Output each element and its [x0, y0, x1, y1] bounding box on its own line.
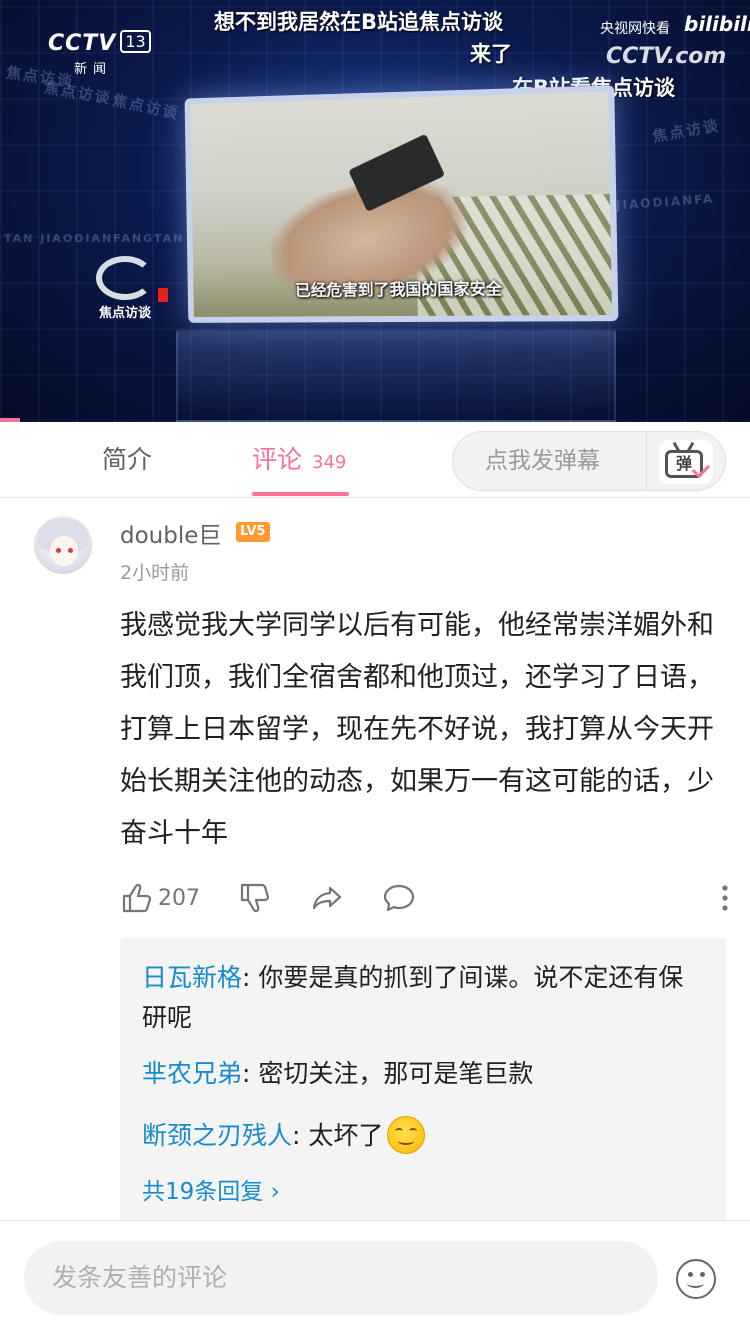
view-all-replies-link[interactable]: 共19条回复 › [142, 1172, 280, 1206]
emoji-mouth [687, 1279, 704, 1288]
comment-time: 2小时前 [120, 562, 190, 584]
show-logo-ring [96, 256, 154, 300]
level-badge: LV5 [236, 522, 270, 542]
video-player[interactable]: 焦点访谈 焦点访谈 焦点访谈 焦点访谈 JIAODIANFA TAN JIAOD… [0, 0, 750, 422]
reply-username[interactable]: 断颈之刃残人 [142, 1121, 292, 1150]
tab-bar: 简介 评论 349 点我发弹幕 弹 [0, 422, 750, 498]
tab-intro[interactable]: 简介 [102, 422, 152, 498]
video-inset-screen: 已经危害到了我国的国家安全 [184, 85, 619, 323]
grin-emoji-icon [387, 1116, 426, 1154]
emoji-eye [688, 1272, 693, 1277]
reply-button[interactable] [382, 878, 416, 918]
danmaku-tv-icon[interactable]: 弹 [659, 440, 713, 484]
thumbs-up-icon [122, 883, 152, 913]
comment-input-bar: 发条友善的评论 [0, 1220, 750, 1334]
active-tab-indicator [252, 492, 349, 496]
reply-separator: : [242, 1059, 259, 1088]
avatar-eye [56, 548, 61, 553]
more-button[interactable] [708, 878, 742, 918]
share-icon [312, 886, 342, 910]
comment-username[interactable]: double巨 [120, 516, 221, 550]
screen-reflection [176, 330, 616, 422]
reply-separator: : [292, 1121, 309, 1150]
reply-preview-box[interactable]: 日瓦新格: 你要是真的抓到了间谍。说不定还有保研呢 芈农兄弟: 密切关注，那可是… [120, 938, 726, 1228]
background-text-latin: TAN JIAODIANFANGTAN [4, 232, 185, 245]
reply-item[interactable]: 芈农兄弟: 密切关注，那可是笔巨款 [142, 1054, 702, 1094]
reply-text: 密切关注，那可是笔巨款 [258, 1059, 534, 1088]
video-top-caption: 想不到我居然在B站追焦点访谈 [214, 10, 504, 34]
channel-sub: 新闻 [74, 62, 113, 77]
emoji-mouth [398, 1137, 415, 1145]
comment-actions: 207 [120, 878, 730, 918]
tab-comments-label: 评论 [252, 445, 303, 474]
reply-username[interactable]: 芈农兄弟 [142, 1059, 242, 1088]
cctv-channel-logo: CCTV 13 新闻 [48, 30, 158, 77]
tab-intro-label: 简介 [102, 445, 153, 474]
show-logo: 焦点访谈 [96, 256, 154, 321]
tab-comments[interactable]: 评论 349 [252, 422, 346, 498]
thumbs-down-icon [240, 883, 270, 913]
like-button[interactable]: 207 [120, 878, 200, 918]
more-vertical-icon [722, 885, 728, 911]
reply-item[interactable]: 断颈之刃残人: 太坏了 [142, 1116, 702, 1156]
logo-red-mark [158, 288, 168, 302]
emoji-icon[interactable] [676, 1259, 716, 1299]
like-count: 207 [158, 885, 200, 911]
video-top-caption-2: 来了 [470, 42, 512, 66]
dislike-button[interactable] [238, 878, 272, 918]
show-name: 焦点访谈 [98, 306, 151, 321]
reply-separator: : [242, 963, 259, 992]
comment-input-placeholder: 发条友善的评论 [52, 1263, 228, 1292]
video-subtitle: 已经危害到了我国的国家安全 [295, 279, 503, 300]
avatar-eye [68, 548, 73, 553]
watermark-text: 央视网快看 [600, 21, 670, 37]
comment-input[interactable]: 发条友善的评论 [24, 1241, 658, 1315]
watermark: 央视网快看 bilibili CCTV.com [600, 12, 750, 69]
danmaku-divider [646, 432, 647, 490]
reply-item[interactable]: 日瓦新格: 你要是真的抓到了间谍。说不定还有保研呢 [142, 958, 702, 1038]
comment-text: 我感觉我大学同学以后有可能，他经常崇洋媚外和我们顶，我们全宿舍都和他顶过，还学习… [120, 610, 714, 849]
reply-text: 太坏了 [308, 1121, 384, 1150]
avatar[interactable] [34, 516, 92, 574]
danmaku-input[interactable]: 点我发弹幕 弹 [452, 431, 726, 491]
cctv-com-logo: CCTV.com [606, 44, 727, 69]
avatar-face [50, 536, 78, 566]
comments-count: 349 [312, 452, 347, 473]
reply-username[interactable]: 日瓦新格 [142, 963, 242, 992]
emoji-eye [700, 1272, 705, 1277]
danmaku-placeholder: 点我发弹幕 [485, 448, 600, 474]
reply-icon [383, 884, 415, 912]
cctv-brand: CCTV [48, 31, 117, 56]
bilibili-logo: bilibili [684, 12, 750, 36]
channel-number: 13 [120, 30, 151, 53]
share-button[interactable] [310, 878, 344, 918]
